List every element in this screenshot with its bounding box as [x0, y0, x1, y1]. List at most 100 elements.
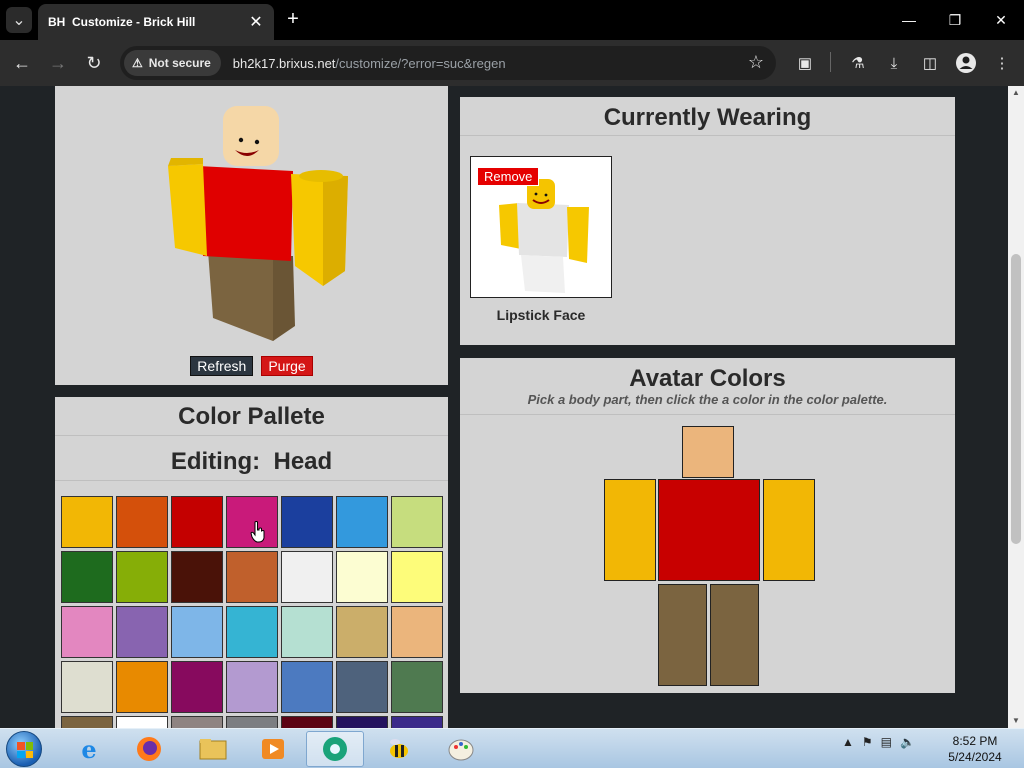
- action-center-flag-icon[interactable]: ⚑: [862, 735, 873, 749]
- show-hidden-icons-icon[interactable]: ▲: [842, 735, 854, 749]
- avatar-colors-panel: Avatar Colors Pick a body part, then cli…: [460, 358, 955, 693]
- body-part-left-leg[interactable]: [658, 584, 707, 686]
- color-swatch[interactable]: [391, 716, 443, 728]
- color-palette-panel: Color Pallete Editing: Head: [55, 397, 448, 728]
- internet-explorer-icon: e: [81, 734, 97, 764]
- color-swatch[interactable]: [226, 716, 278, 728]
- clock-time: 8:52 PM: [952, 734, 998, 748]
- color-swatch[interactable]: [171, 661, 223, 713]
- color-swatch[interactable]: [226, 551, 278, 603]
- taskbar-internet-explorer[interactable]: e: [60, 731, 118, 767]
- close-window-button[interactable]: ✕: [986, 6, 1016, 34]
- scroll-down-arrow-icon[interactable]: ▼: [1008, 714, 1024, 728]
- color-swatch[interactable]: [281, 661, 333, 713]
- browser-app-icon: [323, 737, 347, 761]
- start-button[interactable]: [6, 731, 42, 767]
- worn-item-name[interactable]: Lipstick Face: [470, 307, 612, 323]
- color-swatch[interactable]: [171, 496, 223, 548]
- color-swatch[interactable]: [116, 661, 168, 713]
- color-swatch[interactable]: [171, 551, 223, 603]
- body-part-head[interactable]: [682, 426, 734, 478]
- taskbar-file-explorer[interactable]: [184, 731, 242, 767]
- minimize-button[interactable]: —: [894, 6, 924, 34]
- forward-button[interactable]: →: [45, 50, 71, 76]
- download-icon[interactable]: ⤓: [881, 50, 907, 76]
- extensions-icon[interactable]: ▣: [792, 50, 818, 76]
- body-part-right-leg[interactable]: [710, 584, 759, 686]
- taskbar-paint-app[interactable]: [432, 731, 490, 767]
- body-part-torso[interactable]: [658, 479, 760, 581]
- worn-item-card[interactable]: Remove: [470, 156, 612, 298]
- purge-button[interactable]: Purge: [261, 356, 313, 376]
- color-swatch[interactable]: [281, 716, 333, 728]
- color-swatch[interactable]: [391, 661, 443, 713]
- url-host: bh2k17.brixus.net: [232, 55, 336, 71]
- currently-wearing-panel: Currently Wearing Remove Lipstick Face: [460, 97, 955, 345]
- browser-tabbar: ⌄ BH Customize - Brick Hill ✕ + — ❐ ✕: [0, 0, 1024, 40]
- color-swatch[interactable]: [171, 716, 223, 728]
- labs-flask-icon[interactable]: ⚗: [845, 50, 871, 76]
- color-swatch[interactable]: [336, 661, 388, 713]
- chevron-down-icon: ⌄: [12, 12, 26, 29]
- color-swatch[interactable]: [391, 606, 443, 658]
- scrollbar-thumb[interactable]: [1011, 254, 1021, 544]
- side-panel-icon[interactable]: ◫: [917, 50, 943, 76]
- section-divider: [460, 414, 955, 415]
- color-swatch[interactable]: [116, 551, 168, 603]
- color-swatch[interactable]: [61, 551, 113, 603]
- color-swatch[interactable]: [116, 606, 168, 658]
- color-swatch[interactable]: [391, 551, 443, 603]
- new-tab-button[interactable]: +: [282, 8, 304, 30]
- close-tab-icon[interactable]: ✕: [248, 12, 264, 32]
- more-menu-icon[interactable]: ⋮: [989, 50, 1015, 76]
- reload-button[interactable]: ↻: [81, 50, 107, 76]
- color-swatch[interactable]: [171, 606, 223, 658]
- color-swatch[interactable]: [226, 606, 278, 658]
- back-button[interactable]: ←: [9, 50, 35, 76]
- avatar-preview-panel: Refresh Purge: [55, 86, 448, 385]
- browser-toolbar: ← → ↻ ⚠ Not secure bh2k17.brixus.net/cus…: [0, 40, 1024, 86]
- color-swatch[interactable]: [336, 606, 388, 658]
- refresh-button[interactable]: Refresh: [190, 356, 254, 376]
- security-chip[interactable]: ⚠ Not secure: [124, 50, 221, 76]
- scroll-up-arrow-icon[interactable]: ▲: [1008, 86, 1024, 100]
- color-swatch[interactable]: [336, 551, 388, 603]
- color-swatch[interactable]: [116, 716, 168, 728]
- color-swatch[interactable]: [61, 716, 113, 728]
- color-swatch[interactable]: [61, 496, 113, 548]
- color-swatch[interactable]: [336, 716, 388, 728]
- volume-muted-icon[interactable]: 🔈: [900, 735, 915, 749]
- address-bar[interactable]: ⚠ Not secure bh2k17.brixus.net/customize…: [120, 46, 776, 80]
- url-text[interactable]: bh2k17.brixus.net/customize/?error=suc&r…: [233, 56, 506, 71]
- body-part-left-arm[interactable]: [604, 479, 656, 581]
- editing-part-heading: Editing: Head: [55, 436, 448, 480]
- body-part-right-arm[interactable]: [763, 479, 815, 581]
- taskbar-bee-app[interactable]: [370, 731, 428, 767]
- color-swatch[interactable]: [281, 496, 333, 548]
- color-swatch[interactable]: [281, 551, 333, 603]
- section-divider: [55, 480, 448, 481]
- tab-title: Customize - Brick Hill: [72, 15, 196, 29]
- taskbar-firefox[interactable]: [120, 731, 178, 767]
- color-swatch[interactable]: [226, 661, 278, 713]
- taskbar-media-player[interactable]: [244, 731, 302, 767]
- color-swatch[interactable]: [116, 496, 168, 548]
- restore-button[interactable]: ❐: [940, 6, 970, 34]
- page-scrollbar[interactable]: ▲ ▼: [1008, 86, 1024, 728]
- tab-search-button[interactable]: ⌄: [6, 7, 32, 33]
- taskbar-clock[interactable]: 8:52 PM 5/24/2024: [942, 733, 1008, 765]
- color-swatch[interactable]: [391, 496, 443, 548]
- network-icon[interactable]: ▤: [881, 735, 892, 749]
- color-swatch[interactable]: [61, 661, 113, 713]
- color-swatch[interactable]: [281, 606, 333, 658]
- editing-label: Editing:: [170, 448, 261, 475]
- section-divider: [460, 135, 955, 136]
- profile-avatar-icon[interactable]: [953, 50, 979, 76]
- bookmark-star-icon[interactable]: ☆: [748, 52, 764, 73]
- system-tray: ▲ ⚑ ▤ 🔈: [842, 735, 915, 749]
- color-swatch[interactable]: [336, 496, 388, 548]
- taskbar-chrome-window[interactable]: [306, 731, 364, 767]
- color-swatch[interactable]: [61, 606, 113, 658]
- remove-item-button[interactable]: Remove: [477, 167, 540, 186]
- browser-tab-active[interactable]: BH Customize - Brick Hill ✕: [38, 4, 274, 40]
